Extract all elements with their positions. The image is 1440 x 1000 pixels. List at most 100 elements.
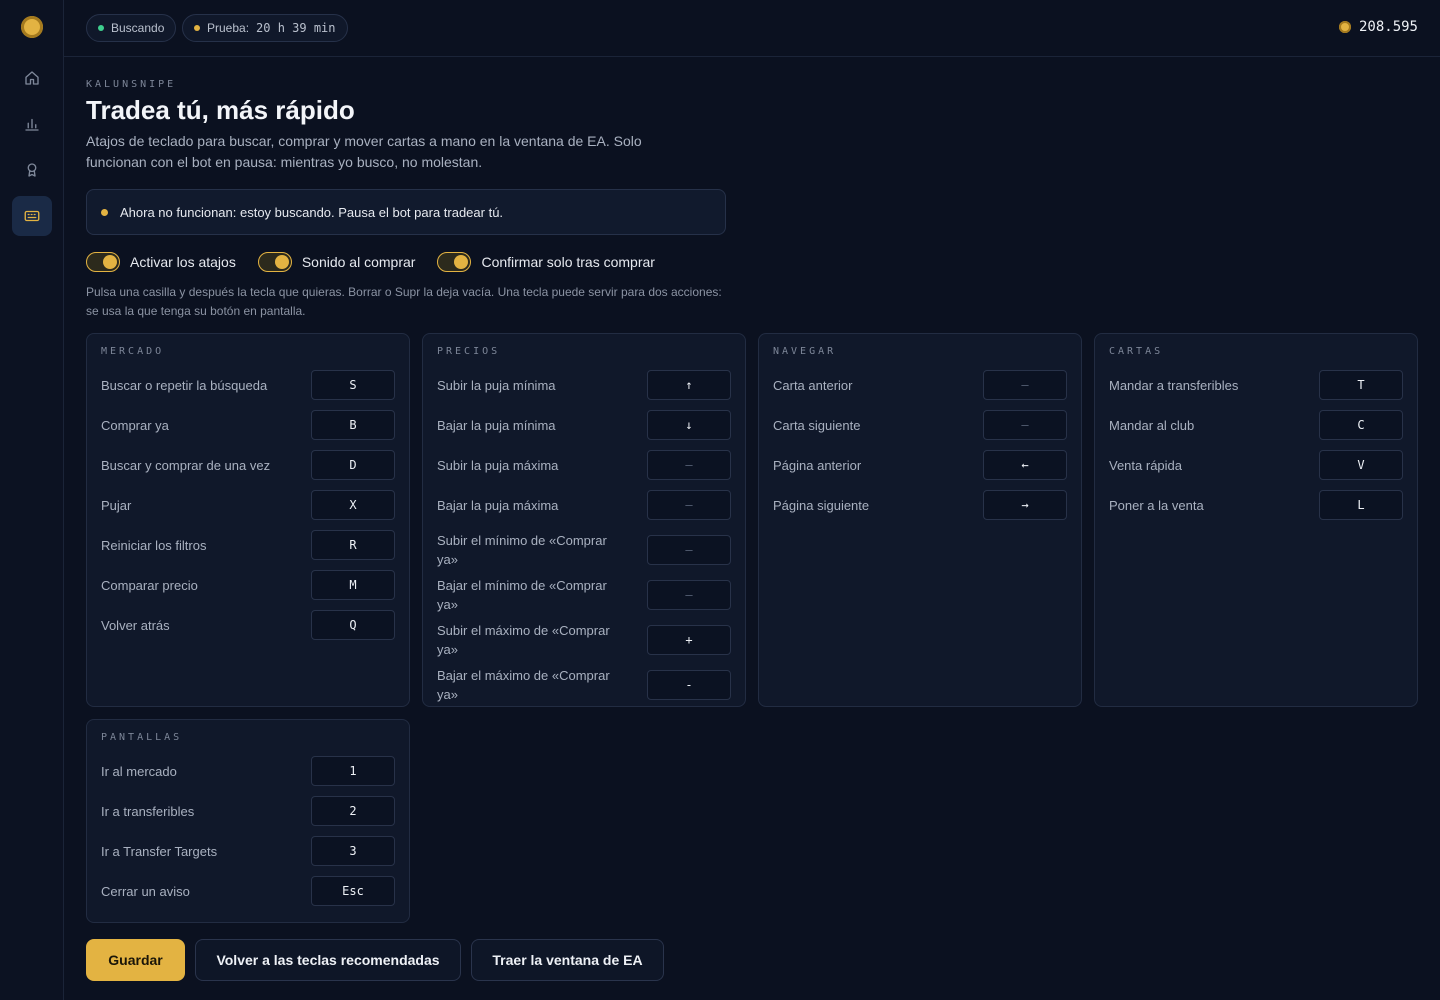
shortcut-label: Subir la puja máxima bbox=[437, 457, 559, 473]
panel-title: PANTALLAS bbox=[101, 732, 183, 743]
shortcut-row: Ir a Transfer Targets 3 bbox=[101, 836, 395, 866]
key-binding-field[interactable]: C bbox=[1319, 410, 1403, 440]
shortcut-row: Reiniciar los filtros R bbox=[101, 530, 395, 560]
shortcut-label: Volver atrás bbox=[101, 617, 170, 633]
home-icon bbox=[25, 71, 39, 85]
toggle-sound-on-buy[interactable]: Sonido al comprar bbox=[257, 252, 415, 272]
shortcut-label: Carta siguiente bbox=[773, 417, 861, 433]
shortcut-row: Comprar ya B bbox=[101, 410, 395, 440]
trial-label: Prueba: bbox=[207, 21, 250, 35]
shortcut-row: Venta rápida V bbox=[1109, 450, 1403, 480]
key-binding-field[interactable]: R bbox=[311, 530, 395, 560]
save-button[interactable]: Guardar bbox=[86, 939, 185, 981]
shortcut-row: Página siguiente → bbox=[773, 490, 1067, 520]
shortcut-label: Poner a la venta bbox=[1109, 497, 1204, 513]
key-binding-field[interactable]: — bbox=[983, 410, 1067, 440]
shortcut-row: Buscar o repetir la búsqueda S bbox=[101, 370, 395, 400]
shortcut-label: Venta rápida bbox=[1109, 457, 1183, 473]
shortcut-label: Bajar la puja máxima bbox=[437, 497, 559, 513]
toggle-label: Confirmar solo tras comprar bbox=[481, 254, 655, 270]
shortcut-row: Carta anterior — bbox=[773, 370, 1067, 400]
key-binding-field[interactable]: — bbox=[647, 450, 731, 480]
coin-amount: 208.595 bbox=[1358, 19, 1418, 35]
coin-icon bbox=[1338, 21, 1351, 33]
key-binding-field[interactable]: + bbox=[647, 625, 731, 655]
shortcut-label: Página anterior bbox=[773, 457, 862, 473]
status-label: Buscando bbox=[111, 21, 165, 35]
shortcut-label: Página siguiente bbox=[773, 497, 870, 513]
toggle-confirm-after-buy[interactable]: Confirmar solo tras comprar bbox=[437, 252, 655, 272]
shortcut-label: Ir a transferibles bbox=[101, 803, 195, 819]
nav-stats[interactable] bbox=[12, 104, 52, 144]
page-title: Tradea tú, más rápido bbox=[86, 95, 355, 125]
key-binding-field[interactable]: L bbox=[1319, 490, 1403, 520]
shortcut-row: Subir el mínimo de «Comprar ya» — bbox=[437, 530, 731, 570]
key-binding-field[interactable]: X bbox=[311, 490, 395, 520]
shortcut-row: Cerrar un aviso Esc bbox=[101, 876, 395, 906]
toggle-enable-shortcuts[interactable]: Activar los atajos bbox=[86, 252, 236, 272]
shortcut-row: Bajar la puja mínima ↓ bbox=[437, 410, 731, 440]
nav-home[interactable] bbox=[12, 58, 52, 98]
key-binding-field[interactable]: B bbox=[311, 410, 395, 440]
key-binding-field[interactable]: — bbox=[983, 370, 1067, 400]
panel-pantallas: PANTALLAS Ir al mercado 1 Ir a transferible… bbox=[86, 719, 410, 923]
award-icon bbox=[27, 163, 37, 177]
bar-chart-icon bbox=[25, 118, 39, 131]
topbar: Buscando Prueba: 20 h 39 min 208.595 bbox=[64, 0, 1440, 57]
nav-achievements[interactable] bbox=[12, 150, 52, 190]
shortcut-row: Bajar el mínimo de «Comprar ya» — bbox=[437, 575, 731, 615]
key-binding-field[interactable]: - bbox=[647, 670, 731, 700]
reset-keys-button[interactable]: Volver a las teclas recomendadas bbox=[195, 939, 461, 981]
shortcut-row: Subir el máximo de «Comprar ya» + bbox=[437, 620, 731, 660]
notice-dot bbox=[101, 208, 108, 216]
coin-balance: 208.595 bbox=[1338, 19, 1418, 35]
shortcut-row: Página anterior ← bbox=[773, 450, 1067, 480]
shortcut-label: Comparar precio bbox=[101, 577, 198, 593]
key-binding-field[interactable]: — bbox=[647, 535, 731, 565]
trial-chip: Prueba: 20 h 39 min bbox=[182, 14, 348, 42]
key-binding-field[interactable]: — bbox=[647, 490, 731, 520]
key-binding-field[interactable]: Q bbox=[311, 610, 395, 640]
key-binding-field[interactable]: M bbox=[311, 570, 395, 600]
key-binding-field[interactable]: ↑ bbox=[647, 370, 731, 400]
shortcut-label: Subir el mínimo de «Comprar ya» bbox=[437, 533, 607, 567]
key-binding-field[interactable]: 3 bbox=[311, 836, 395, 866]
shortcut-label: Mandar a transferibles bbox=[1109, 377, 1239, 393]
shortcut-row: Pujar X bbox=[101, 490, 395, 520]
panel-title: CARTAS bbox=[1109, 346, 1164, 357]
key-binding-field[interactable]: Esc bbox=[311, 876, 395, 906]
toggle-switch[interactable] bbox=[86, 252, 120, 272]
bring-ea-window-button[interactable]: Traer la ventana de EA bbox=[471, 939, 664, 981]
key-binding-field[interactable]: — bbox=[647, 580, 731, 610]
key-binding-field[interactable]: ↓ bbox=[647, 410, 731, 440]
shortcut-label: Pujar bbox=[101, 497, 132, 513]
trial-dot bbox=[194, 25, 200, 31]
toggle-switch[interactable] bbox=[257, 252, 292, 272]
status-notice: Ahora no funcionan: estoy buscando. Paus… bbox=[86, 189, 726, 235]
shortcut-row: Ir al mercado 1 bbox=[101, 756, 395, 786]
shortcut-row: Bajar la puja máxima — bbox=[437, 490, 731, 520]
key-binding-field[interactable]: D bbox=[311, 450, 395, 480]
key-binding-field[interactable]: V bbox=[1319, 450, 1403, 480]
shortcut-label: Subir el máximo de «Comprar ya» bbox=[437, 623, 610, 657]
shortcut-label: Ir a Transfer Targets bbox=[101, 843, 218, 859]
key-binding-field[interactable]: ← bbox=[983, 450, 1067, 480]
shortcut-label: Bajar la puja mínima bbox=[437, 417, 556, 433]
panel-precios: PRECIOS Subir la puja mínima ↑ Bajar la puj… bbox=[422, 333, 746, 707]
key-binding-field[interactable]: → bbox=[983, 490, 1067, 520]
logo-icon bbox=[21, 16, 43, 38]
panel-cartas: CARTAS Mandar a transferibles T Mandar al c… bbox=[1094, 333, 1418, 707]
help-text: Pulsa una casilla y después la tecla que… bbox=[86, 285, 722, 318]
key-binding-field[interactable]: S bbox=[311, 370, 395, 400]
shortcut-label: Carta anterior bbox=[773, 377, 853, 393]
shortcut-label: Buscar o repetir la búsqueda bbox=[101, 377, 268, 393]
shortcut-label: Bajar el mínimo de «Comprar ya» bbox=[437, 578, 607, 612]
shortcut-label: Mandar al club bbox=[1109, 417, 1195, 433]
key-binding-field[interactable]: T bbox=[1319, 370, 1403, 400]
toggle-switch[interactable] bbox=[437, 252, 472, 272]
key-binding-field[interactable]: 2 bbox=[311, 796, 395, 826]
shortcut-row: Subir la puja máxima — bbox=[437, 450, 731, 480]
shortcut-row: Volver atrás Q bbox=[101, 610, 395, 640]
key-binding-field[interactable]: 1 bbox=[311, 756, 395, 786]
nav-shortcuts[interactable] bbox=[12, 196, 52, 236]
